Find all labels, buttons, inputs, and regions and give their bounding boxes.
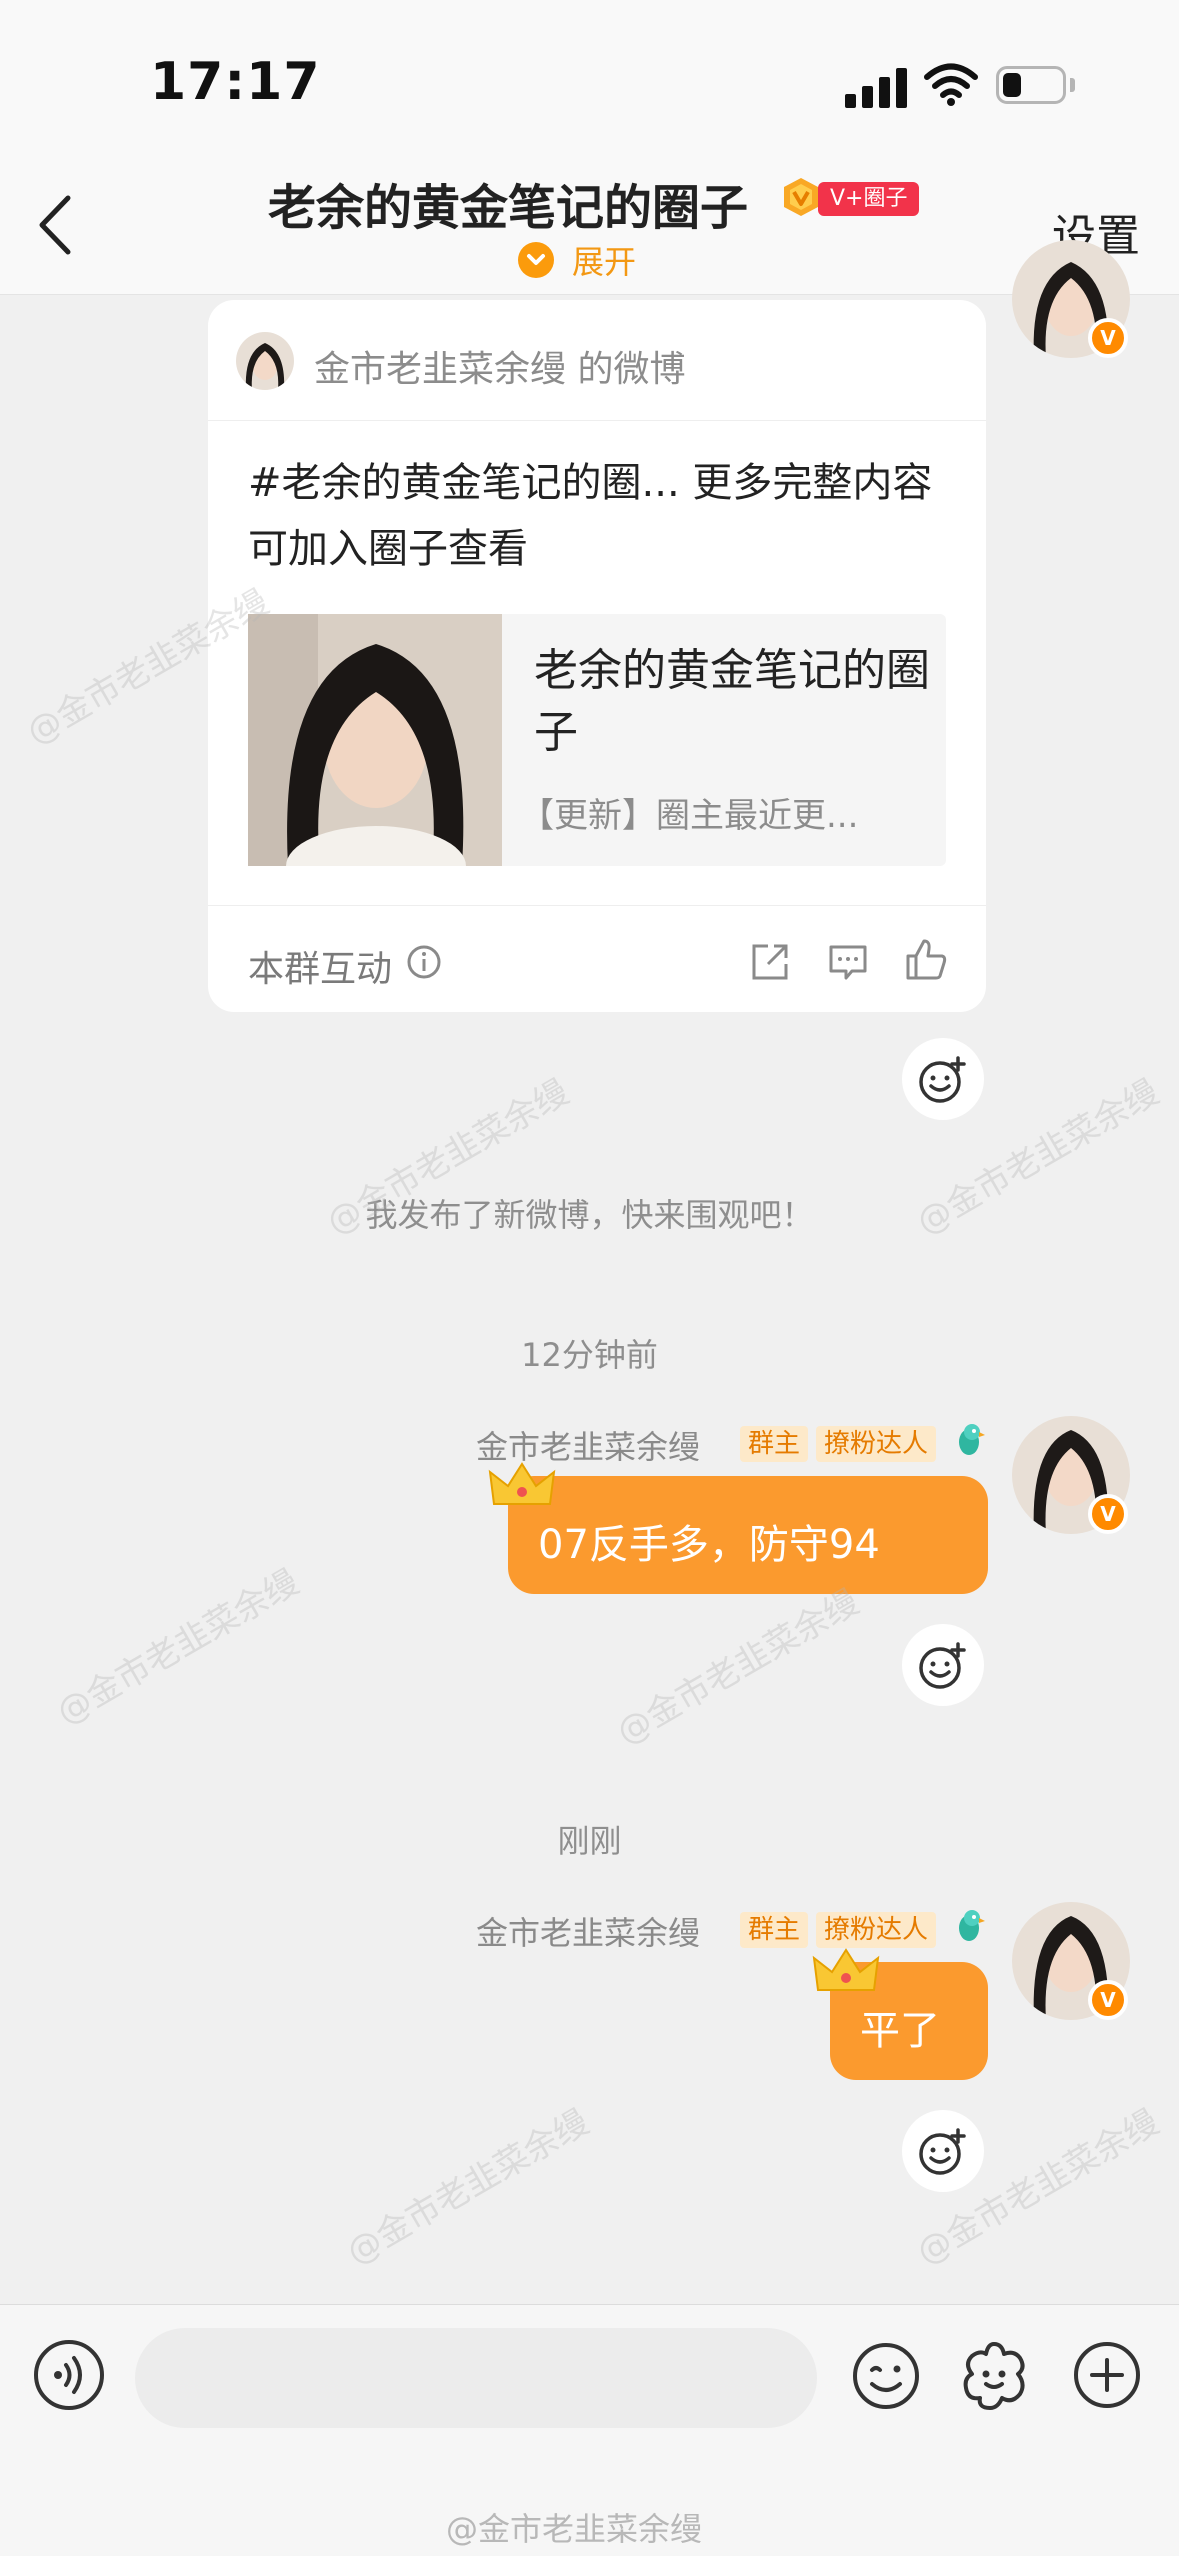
watermark: @金市老韭菜余缦 — [339, 2102, 596, 2273]
status-time: 17:17 — [150, 52, 321, 112]
crown-icon — [488, 1462, 556, 1505]
fan-tag: 撩粉达人 — [816, 1912, 937, 1948]
message-bubble[interactable]: 07反手多，防守94 — [508, 1476, 988, 1594]
crown-icon — [812, 1948, 880, 1991]
sticker-button[interactable] — [956, 2338, 1032, 2414]
group-interact-label: 本群互动 — [248, 949, 393, 990]
battery-icon — [996, 66, 1066, 104]
card-source: 金市老韭菜余缦 的微博 — [314, 349, 686, 390]
crown-badge-icon — [784, 178, 818, 216]
add-reaction-button[interactable] — [902, 1624, 984, 1706]
vplus-circle-badge: V+圈子 — [818, 182, 920, 216]
expand-toggle[interactable]: 展开 — [518, 238, 636, 282]
share-icon[interactable] — [748, 940, 792, 984]
bottom-watermark: @金市老韭菜余缦 — [446, 2510, 703, 2548]
parrot-icon — [959, 1424, 985, 1455]
info-icon[interactable] — [406, 944, 442, 980]
comment-icon[interactable] — [826, 940, 870, 984]
link-subtitle: 【更新】圈主最近更... — [520, 796, 859, 836]
card-text: #老余的黄金笔记的圈... 更多完整内容可加入圈子查看 — [248, 460, 933, 572]
verified-badge-icon: V — [1088, 1980, 1128, 2020]
circle-thumbnail — [248, 614, 502, 866]
divider — [208, 420, 986, 421]
message-text: 平了 — [860, 2008, 940, 2054]
add-reaction-button[interactable] — [902, 1038, 984, 1120]
owner-tag: 群主 — [740, 1912, 809, 1948]
fan-tag: 撩粉达人 — [816, 1426, 937, 1462]
watermark: @金市老韭菜余缦 — [49, 1562, 306, 1733]
watermark: @金市老韭菜余缦 — [609, 1582, 866, 1753]
link-title: 老余的黄金笔记的圈子 — [534, 645, 930, 758]
message-input[interactable] — [135, 2328, 817, 2428]
divider — [208, 905, 986, 906]
voice-button[interactable] — [34, 2340, 104, 2410]
verified-badge-icon: V — [1088, 318, 1128, 358]
parrot-icon — [959, 1910, 985, 1941]
message-timestamp: 12分钟前 — [521, 1336, 658, 1374]
add-reaction-button[interactable] — [902, 2110, 984, 2192]
like-icon[interactable] — [902, 936, 950, 984]
expand-label: 展开 — [572, 243, 637, 281]
wifi-icon — [924, 63, 978, 106]
sender-name[interactable]: 金市老韭菜余缦 — [476, 1908, 700, 1954]
back-button[interactable] — [30, 190, 80, 260]
owner-tag: 群主 — [740, 1426, 809, 1462]
battery-tip — [1070, 78, 1075, 92]
chevron-down-icon — [518, 242, 554, 278]
page-title[interactable]: 老余的黄金笔记的圈子 — [268, 168, 748, 238]
verified-badge-icon: V — [1088, 1494, 1128, 1534]
cellular-signal-icon — [845, 66, 909, 108]
message-text: 07反手多，防守94 — [538, 1522, 880, 1568]
message-timestamp: 刚刚 — [557, 1822, 622, 1860]
card-avatar — [236, 332, 294, 390]
emoji-button[interactable] — [850, 2340, 922, 2412]
plus-button[interactable] — [1072, 2340, 1142, 2410]
